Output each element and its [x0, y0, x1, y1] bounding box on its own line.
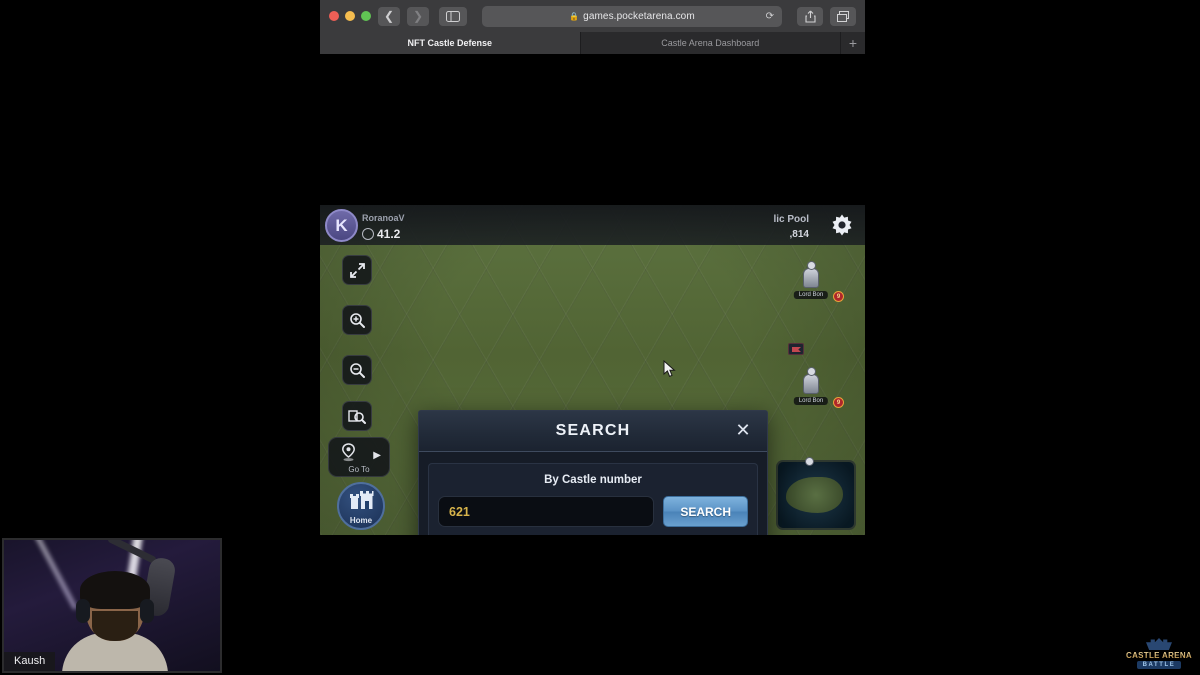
player-name: RoranoaV	[362, 213, 405, 223]
home-label: Home	[349, 515, 373, 525]
page-content: Lord Bon 9 Lord Bon 9 ▶ Go To Home K Ror…	[320, 54, 865, 675]
location-pin-icon	[341, 443, 356, 467]
webcam-name-label: Kaush	[4, 652, 56, 671]
map-search-icon[interactable]	[342, 401, 372, 431]
castle-icon	[348, 488, 374, 515]
unit-name-label: Lord Bon	[793, 397, 829, 405]
goto-label: Go To	[348, 465, 370, 474]
coin-icon	[362, 228, 374, 240]
game-top-bar: K RoranoaV 41.2 lic Pool ,814	[320, 205, 865, 245]
tab-nft-castle-defense[interactable]: NFT Castle Defense	[320, 32, 581, 54]
brand-line-2: BATTLE	[1136, 661, 1182, 669]
castle-number-input[interactable]: 621	[438, 496, 655, 527]
tab-overview-icon[interactable]	[830, 6, 856, 26]
unit-head-icon	[806, 261, 816, 270]
window-traffic-lights[interactable]	[329, 11, 371, 21]
lock-icon: 🔒	[569, 11, 580, 21]
share-glyph	[804, 10, 816, 23]
search-button[interactable]: SEARCH	[663, 496, 748, 527]
dialog-header: SEARCH ✕	[419, 411, 767, 452]
gear-icon[interactable]	[829, 213, 855, 239]
cursor-glyph	[663, 359, 676, 377]
dialog-title: SEARCH	[555, 422, 631, 439]
unit-name-label: Lord Bon	[793, 291, 829, 299]
streamer-beard	[92, 611, 138, 641]
coin-value: 41.2	[377, 227, 401, 241]
maximize-window-button[interactable]	[361, 11, 371, 21]
reload-icon[interactable]: ⟳	[766, 11, 774, 22]
expand-glyph	[349, 262, 365, 278]
castle-number-title: By Castle number	[544, 474, 642, 486]
castle-search-row: 621 SEARCH	[438, 496, 748, 527]
back-button[interactable]: ❮	[378, 6, 400, 26]
unit-body-icon	[803, 268, 819, 288]
new-tab-button[interactable]: +	[841, 32, 865, 54]
map-unit[interactable]: Lord Bon 9	[793, 261, 844, 302]
minimap-vignette	[778, 462, 854, 528]
minimap[interactable]	[776, 460, 856, 530]
game-brand-logo: CASTLE ARENA BATTLE	[1126, 621, 1192, 669]
unit-head-icon	[806, 367, 816, 376]
unit-body-icon	[803, 374, 819, 394]
map-search-glyph	[348, 409, 366, 424]
map-unit[interactable]: Lord Bon 9	[793, 367, 844, 408]
new-tab-label: +	[848, 35, 858, 51]
player-currency: 41.2	[362, 227, 400, 241]
zoom-in-icon[interactable]	[342, 305, 372, 335]
game-viewport[interactable]: Lord Bon 9 Lord Bon 9 ▶ Go To Home K Ror…	[320, 205, 865, 535]
headphone-left-icon	[76, 599, 90, 623]
unit-badge: 9	[833, 291, 844, 302]
tab-label: NFT Castle Defense	[407, 38, 493, 48]
home-button[interactable]: Home	[337, 482, 385, 530]
browser-window: ❮ ❯ 🔒 games.pocketarena.com ⟳ NFT Castle…	[320, 0, 865, 675]
webcam-overlay: Kaush	[2, 538, 222, 673]
zoom-in-glyph	[349, 312, 365, 328]
castle-crest-icon	[1146, 638, 1172, 650]
streamer-figure	[62, 571, 168, 671]
mouse-cursor	[663, 359, 677, 378]
zoom-out-glyph	[349, 362, 365, 378]
browser-toolbar: ❮ ❯ 🔒 games.pocketarena.com ⟳	[320, 0, 865, 32]
zoom-out-icon[interactable]	[342, 355, 372, 385]
minimize-window-button[interactable]	[345, 11, 355, 21]
goto-button[interactable]: ▶ Go To	[328, 437, 390, 477]
pool-label: lic Pool	[773, 214, 809, 225]
url-text: games.pocketarena.com	[583, 10, 695, 22]
tabs-glyph	[837, 10, 849, 22]
sidebar-toggle-icon[interactable]	[439, 6, 467, 26]
share-icon[interactable]	[797, 6, 823, 26]
castle-glyph	[350, 490, 374, 509]
address-bar[interactable]: 🔒 games.pocketarena.com ⟳	[482, 5, 782, 27]
gear-glyph	[832, 214, 852, 236]
castle-number-value: 621	[449, 504, 470, 519]
unit-head-icon	[804, 457, 814, 466]
headphone-right-icon	[140, 599, 154, 623]
screen-root: ❮ ❯ 🔒 games.pocketarena.com ⟳ NFT Castle…	[0, 0, 1200, 675]
tab-castle-arena-dashboard[interactable]: Castle Arena Dashboard	[580, 32, 841, 54]
search-dialog: SEARCH ✕ By Castle number 621 SEARCH ❮	[418, 410, 768, 535]
unit-badge: 9	[833, 397, 844, 408]
castle-number-panel: By Castle number 621 SEARCH ❮	[428, 463, 758, 535]
play-arrow-icon: ▶	[373, 450, 381, 461]
forward-button[interactable]: ❯	[407, 6, 429, 26]
sidebar-glyph	[446, 10, 460, 22]
close-window-button[interactable]	[329, 11, 339, 21]
pool-value: ,814	[789, 229, 809, 240]
pin-glyph	[342, 443, 355, 462]
avatar[interactable]: K	[325, 209, 358, 242]
tab-label: Castle Arena Dashboard	[661, 38, 760, 48]
expand-icon[interactable]	[342, 255, 372, 285]
tab-strip: NFT Castle Defense Castle Arena Dashboar…	[320, 32, 865, 54]
close-icon[interactable]: ✕	[733, 421, 753, 441]
brand-line-1: CASTLE ARENA	[1126, 651, 1192, 660]
map-flag-icon[interactable]	[788, 343, 804, 355]
